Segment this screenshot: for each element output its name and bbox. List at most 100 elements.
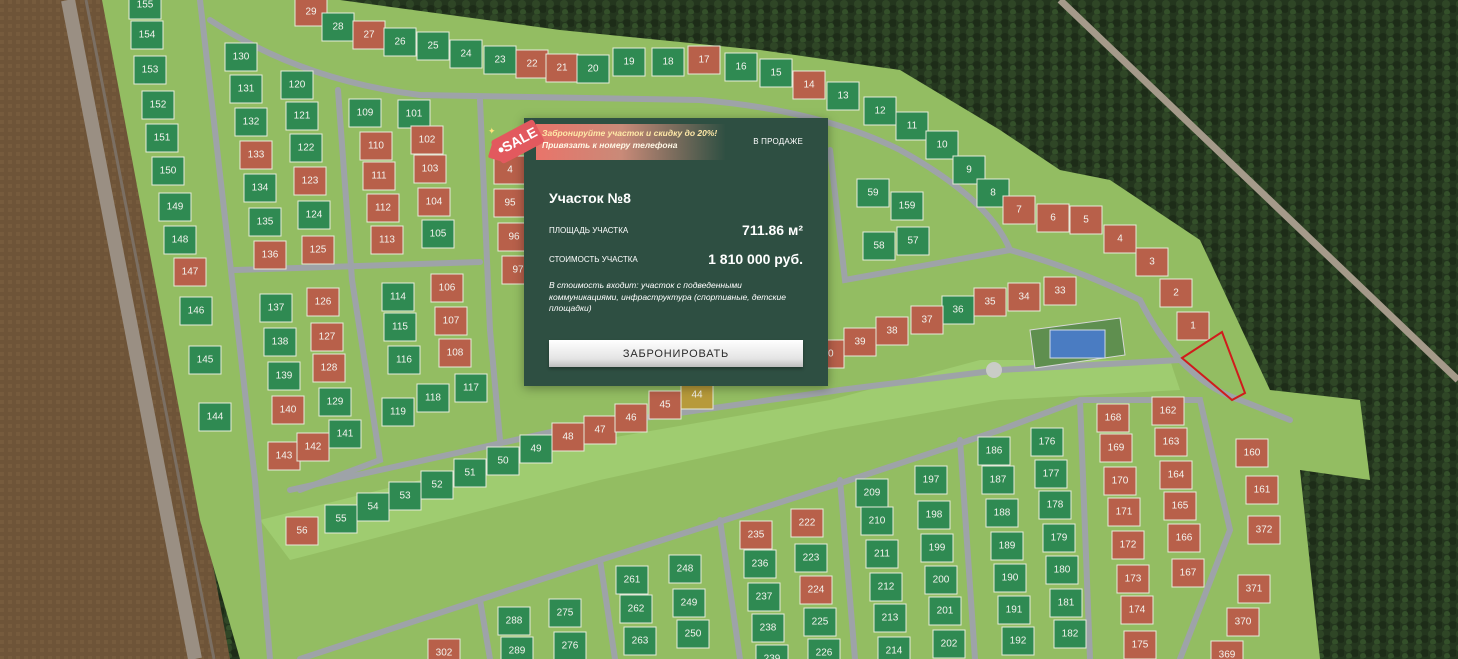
lot-37[interactable]: 37: [910, 305, 944, 335]
lot-210[interactable]: 210: [860, 506, 894, 536]
lot-105[interactable]: 105: [421, 219, 455, 249]
lot-4[interactable]: 4: [1103, 224, 1137, 254]
lot-250[interactable]: 250: [676, 619, 710, 649]
book-button[interactable]: ЗАБРОНИРОВАТЬ: [549, 340, 803, 367]
lot-132[interactable]: 132: [234, 107, 268, 137]
lot-166[interactable]: 166: [1167, 523, 1201, 553]
lot-21[interactable]: 21: [545, 53, 579, 83]
lot-48[interactable]: 48: [551, 422, 585, 452]
lot-130[interactable]: 130: [224, 42, 258, 72]
lot-112[interactable]: 112: [366, 193, 400, 223]
lot-236[interactable]: 236: [743, 549, 777, 579]
lot-370[interactable]: 370: [1226, 607, 1260, 637]
lot-27[interactable]: 27: [352, 20, 386, 50]
lot-276[interactable]: 276: [553, 631, 587, 659]
lot-10[interactable]: 10: [925, 130, 959, 160]
lot-46[interactable]: 46: [614, 403, 648, 433]
lot-239[interactable]: 239: [755, 644, 789, 659]
lot-3[interactable]: 3: [1135, 247, 1169, 277]
lot-147[interactable]: 147: [173, 257, 207, 287]
lot-197[interactable]: 197: [914, 465, 948, 495]
lot-17[interactable]: 17: [687, 45, 721, 75]
lot-262[interactable]: 262: [619, 594, 653, 624]
lot-238[interactable]: 238: [751, 613, 785, 643]
lot-12[interactable]: 12: [863, 96, 897, 126]
lot-114[interactable]: 114: [381, 282, 415, 312]
lot-261[interactable]: 261: [615, 565, 649, 595]
lot-150[interactable]: 150: [151, 156, 185, 186]
lot-191[interactable]: 191: [997, 595, 1031, 625]
lot-118[interactable]: 118: [416, 383, 450, 413]
lot-160[interactable]: 160: [1235, 438, 1269, 468]
lot-371[interactable]: 371: [1237, 574, 1271, 604]
lot-201[interactable]: 201: [928, 596, 962, 626]
lot-45[interactable]: 45: [648, 390, 682, 420]
lot-123[interactable]: 123: [293, 166, 327, 196]
lot-235[interactable]: 235: [739, 520, 773, 550]
lot-177[interactable]: 177: [1034, 459, 1068, 489]
lot-6[interactable]: 6: [1036, 203, 1070, 233]
lot-106[interactable]: 106: [430, 273, 464, 303]
lot-225[interactable]: 225: [803, 607, 837, 637]
lot-211[interactable]: 211: [865, 539, 899, 569]
lot-179[interactable]: 179: [1042, 523, 1076, 553]
lot-171[interactable]: 171: [1107, 497, 1141, 527]
lot-2[interactable]: 2: [1159, 278, 1193, 308]
lot-23[interactable]: 23: [483, 45, 517, 75]
lot-110[interactable]: 110: [359, 131, 393, 161]
lot-154[interactable]: 154: [130, 20, 164, 50]
lot-115[interactable]: 115: [383, 312, 417, 342]
lot-153[interactable]: 153: [133, 55, 167, 85]
lot-95[interactable]: 95: [493, 188, 527, 218]
lot-131[interactable]: 131: [229, 74, 263, 104]
lot-190[interactable]: 190: [993, 563, 1027, 593]
lot-20[interactable]: 20: [576, 54, 610, 84]
lot-33[interactable]: 33: [1043, 276, 1077, 306]
lot-212[interactable]: 212: [869, 572, 903, 602]
lot-224[interactable]: 224: [799, 575, 833, 605]
lot-13[interactable]: 13: [826, 81, 860, 111]
lot-162[interactable]: 162: [1151, 396, 1185, 426]
lot-35[interactable]: 35: [973, 287, 1007, 317]
lot-109[interactable]: 109: [348, 98, 382, 128]
lot-34[interactable]: 34: [1007, 282, 1041, 312]
lot-56[interactable]: 56: [285, 516, 319, 546]
lot-209[interactable]: 209: [855, 478, 889, 508]
lot-18[interactable]: 18: [651, 47, 685, 77]
lot-213[interactable]: 213: [873, 603, 907, 633]
lot-102[interactable]: 102: [410, 125, 444, 155]
lot-117[interactable]: 117: [454, 373, 488, 403]
lot-137[interactable]: 137: [259, 293, 293, 323]
lot-49[interactable]: 49: [519, 434, 553, 464]
lot-51[interactable]: 51: [453, 458, 487, 488]
lot-159[interactable]: 159: [890, 191, 924, 221]
lot-107[interactable]: 107: [434, 306, 468, 336]
lot-103[interactable]: 103: [413, 154, 447, 184]
lot-237[interactable]: 237: [747, 582, 781, 612]
promo-banner[interactable]: ✦ ✦ SALE Забронируйте участок и скидку д…: [487, 118, 738, 165]
lot-58[interactable]: 58: [862, 231, 896, 261]
lot-275[interactable]: 275: [548, 598, 582, 628]
lot-50[interactable]: 50: [486, 446, 520, 476]
lot-121[interactable]: 121: [285, 101, 319, 131]
lot-38[interactable]: 38: [875, 316, 909, 346]
lot-24[interactable]: 24: [449, 39, 483, 69]
lot-55[interactable]: 55: [324, 504, 358, 534]
lot-202[interactable]: 202: [932, 629, 966, 659]
lot-127[interactable]: 127: [310, 322, 344, 352]
lot-152[interactable]: 152: [141, 90, 175, 120]
lot-139[interactable]: 139: [267, 361, 301, 391]
lot-134[interactable]: 134: [243, 173, 277, 203]
lot-119[interactable]: 119: [381, 397, 415, 427]
lot-142[interactable]: 142: [296, 432, 330, 462]
lot-25[interactable]: 25: [416, 31, 450, 61]
lot-223[interactable]: 223: [794, 543, 828, 573]
lot-226[interactable]: 226: [807, 638, 841, 659]
lot-111[interactable]: 111: [362, 161, 396, 191]
lot-163[interactable]: 163: [1154, 427, 1188, 457]
lot-59[interactable]: 59: [856, 178, 890, 208]
lot-176[interactable]: 176: [1030, 427, 1064, 457]
lot-182[interactable]: 182: [1053, 619, 1087, 649]
lot-263[interactable]: 263: [623, 626, 657, 656]
lot-187[interactable]: 187: [981, 465, 1015, 495]
